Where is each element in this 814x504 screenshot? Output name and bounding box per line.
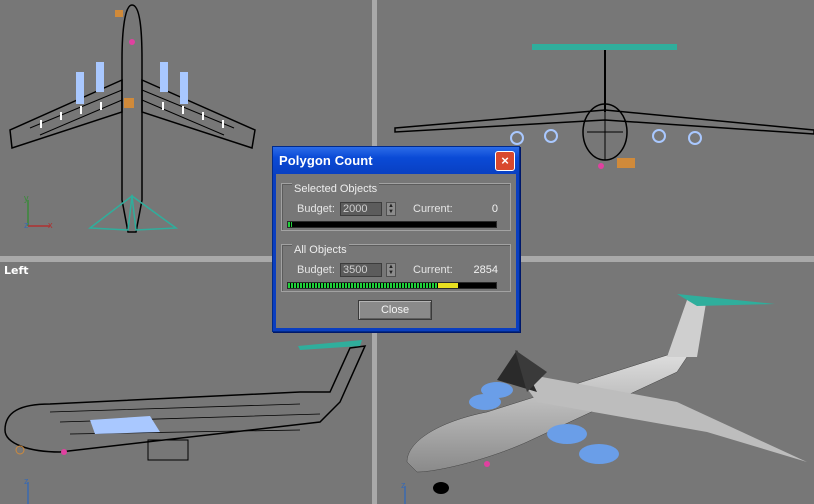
svg-text:z: z <box>24 220 29 230</box>
spinner-down-icon[interactable]: ▼ <box>387 270 395 276</box>
svg-text:x: x <box>48 220 53 230</box>
close-icon[interactable]: × <box>495 151 515 171</box>
group-title-selected: Selected Objects <box>292 183 380 195</box>
dialog-body: Selected Objects Budget: 2000 ▲ ▼ Current… <box>276 174 516 328</box>
selected-budget-spinner[interactable]: ▲ ▼ <box>386 202 396 216</box>
axis-tripod-left-icon: z <box>24 476 29 504</box>
dialog-titlebar[interactable]: Polygon Count × <box>273 147 519 174</box>
axis-tripod-persp-icon: z <box>401 480 406 504</box>
selected-current-value: 0 <box>491 203 498 215</box>
all-budget-input[interactable]: 3500 <box>340 263 382 277</box>
selected-budget-label: Budget: <box>297 203 335 215</box>
all-progress-fill <box>288 283 458 288</box>
all-budget-spinner[interactable]: ▲ ▼ <box>386 263 396 277</box>
spinner-down-icon[interactable]: ▼ <box>387 209 395 215</box>
selected-progress-fill <box>288 222 292 227</box>
selected-current-label: Current: <box>413 203 453 215</box>
svg-text:z: z <box>401 480 406 490</box>
svg-text:y: y <box>24 193 29 203</box>
all-progress-bar <box>287 282 497 289</box>
dialog-title: Polygon Count <box>279 153 373 168</box>
axis-tripod-icon: y x z <box>24 193 53 230</box>
group-title-all: All Objects <box>292 244 349 256</box>
selected-budget-input[interactable]: 2000 <box>340 202 382 216</box>
polygon-count-dialog: Polygon Count × Selected Objects Budget:… <box>272 146 520 332</box>
close-button[interactable]: Close <box>358 300 432 320</box>
svg-text:z: z <box>24 476 29 486</box>
all-current-value: 2854 <box>473 264 498 276</box>
all-budget-label: Budget: <box>297 264 335 276</box>
all-current-label: Current: <box>413 264 453 276</box>
selected-progress-bar <box>287 221 497 228</box>
selected-objects-group: Selected Objects Budget: 2000 ▲ ▼ Current… <box>281 183 511 231</box>
all-objects-group: All Objects Budget: 3500 ▲ ▼ Current: 285… <box>281 244 511 292</box>
